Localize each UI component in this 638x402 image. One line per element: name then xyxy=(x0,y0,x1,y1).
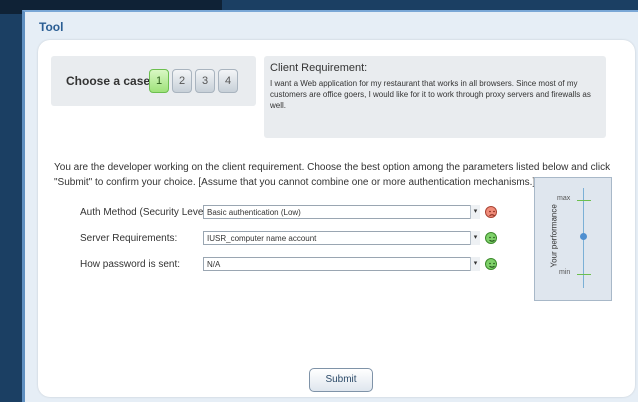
case-selector-label: Choose a case: xyxy=(66,74,155,88)
tool-title: Tool xyxy=(39,20,64,34)
main-panel: Choose a case: 1 2 3 4 Client Requiremen… xyxy=(38,40,635,397)
select-password-sent-value: N/A xyxy=(207,260,221,269)
case-button-2[interactable]: 2 xyxy=(172,69,192,93)
client-requirement-text: I want a Web application for my restaura… xyxy=(270,79,591,110)
param-label-password-sent: How password is sent: xyxy=(80,259,181,270)
client-requirement-title: Client Requirement: xyxy=(270,62,368,74)
case-button-3[interactable]: 3 xyxy=(195,69,215,93)
select-server-requirements[interactable]: IUSR_computer name account xyxy=(203,231,480,245)
param-label-server-requirements: Server Requirements: xyxy=(80,233,178,244)
performance-max-tick xyxy=(577,200,591,201)
submit-button[interactable]: Submit xyxy=(309,368,373,392)
case-button-1[interactable]: 1 xyxy=(149,69,169,93)
performance-max-label: max xyxy=(557,195,571,202)
select-auth-method[interactable]: Basic authentication (Low) xyxy=(203,205,480,219)
performance-meter: Your performance max min xyxy=(534,177,612,301)
performance-indicator xyxy=(580,233,587,240)
performance-min-label: min xyxy=(559,269,571,276)
chevron-down-icon[interactable]: ▾ xyxy=(470,205,480,219)
case-selector: Choose a case: 1 2 3 4 xyxy=(51,56,256,106)
select-password-sent[interactable]: N/A xyxy=(203,257,480,271)
performance-title: Your performance xyxy=(549,204,559,268)
select-auth-method-value: Basic authentication (Low) xyxy=(207,208,301,217)
case-button-4[interactable]: 4 xyxy=(218,69,238,93)
happy-face-icon xyxy=(485,258,497,270)
sad-face-icon xyxy=(485,206,497,218)
happy-face-icon xyxy=(485,232,497,244)
client-requirement-box: Client Requirement: I want a Web applica… xyxy=(264,56,606,138)
performance-min-tick xyxy=(577,274,591,275)
chevron-down-icon[interactable]: ▾ xyxy=(470,257,480,271)
select-server-requirements-value: IUSR_computer name account xyxy=(207,234,317,243)
param-label-auth-method: Auth Method (Security Level): xyxy=(80,207,212,218)
tool-window: Tool Choose a case: 1 2 3 4 Client Requi… xyxy=(22,10,638,402)
chevron-down-icon[interactable]: ▾ xyxy=(470,231,480,245)
